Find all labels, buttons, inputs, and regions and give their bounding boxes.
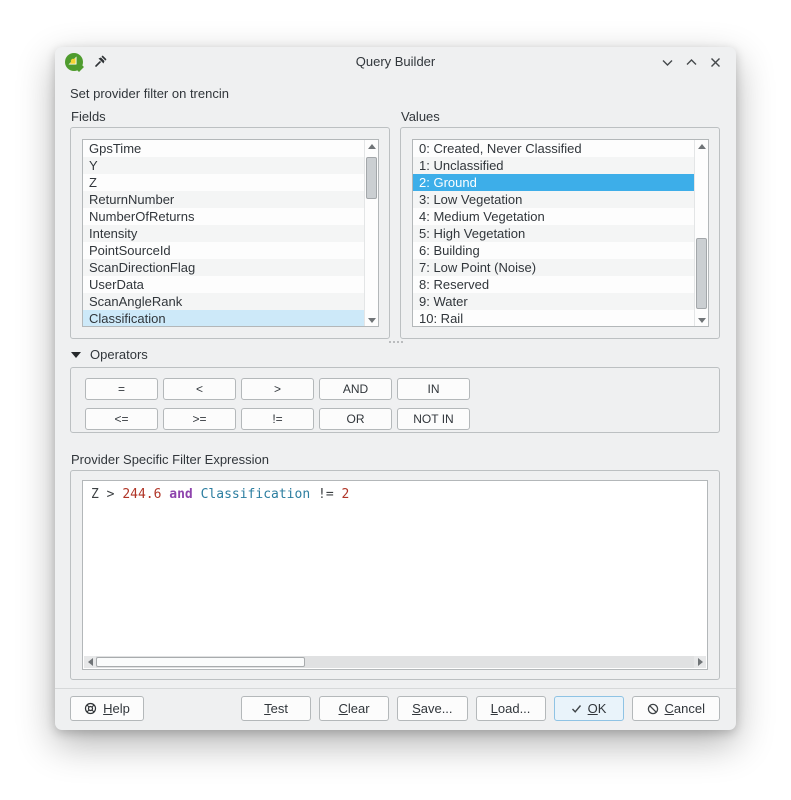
minimize-icon[interactable]: [661, 56, 674, 69]
operator-button-[interactable]: >=: [163, 408, 236, 430]
titlebar: Query Builder: [55, 47, 736, 77]
scroll-right-icon[interactable]: [694, 656, 706, 668]
operator-button-in[interactable]: IN: [397, 378, 470, 400]
help-button-label: Help: [103, 701, 130, 716]
operator-button-[interactable]: =: [85, 378, 158, 400]
operator-button-[interactable]: <=: [85, 408, 158, 430]
ok-button-label: OK: [588, 701, 607, 716]
scrollbar-track[interactable]: [695, 152, 708, 314]
list-item[interactable]: 7: Low Point (Noise): [413, 259, 694, 276]
scrollbar-track[interactable]: [96, 656, 694, 668]
test-button-label: Test: [264, 701, 288, 716]
values-group: 0: Created, Never Classified1: Unclassif…: [400, 127, 720, 339]
load-button[interactable]: Load...: [476, 696, 546, 721]
scroll-up-icon[interactable]: [695, 140, 708, 152]
help-button[interactable]: Help: [70, 696, 144, 721]
scroll-down-icon[interactable]: [365, 314, 378, 326]
operator-button-[interactable]: <: [163, 378, 236, 400]
list-item[interactable]: UserData: [83, 276, 364, 293]
values-scrollbar[interactable]: [694, 140, 708, 326]
maximize-icon[interactable]: [685, 56, 698, 69]
clear-button[interactable]: Clear: [319, 696, 389, 721]
operators-header[interactable]: Operators: [71, 347, 148, 362]
filter-expression-label: Provider Specific Filter Expression: [71, 452, 311, 467]
operator-button-and[interactable]: AND: [319, 378, 392, 400]
fields-group: GpsTimeYZReturnNumberNumberOfReturnsInte…: [70, 127, 390, 339]
list-item[interactable]: Classification: [83, 310, 364, 326]
list-item[interactable]: PointSourceId: [83, 242, 364, 259]
save-button[interactable]: Save...: [397, 696, 467, 721]
list-item[interactable]: 6: Building: [413, 242, 694, 259]
list-item[interactable]: ReturnNumber: [83, 191, 364, 208]
list-item[interactable]: 10: Rail: [413, 310, 694, 326]
cancel-button[interactable]: Cancel: [632, 696, 720, 721]
list-item[interactable]: 5: High Vegetation: [413, 225, 694, 242]
list-item[interactable]: 0: Created, Never Classified: [413, 140, 694, 157]
list-item[interactable]: 2: Ground: [413, 174, 694, 191]
list-item[interactable]: Intensity: [83, 225, 364, 242]
cancel-icon: [647, 703, 659, 715]
expression-hscrollbar[interactable]: [84, 656, 706, 668]
list-item[interactable]: 8: Reserved: [413, 276, 694, 293]
help-icon: [84, 702, 97, 715]
splitter-handle-icon[interactable]: [389, 341, 391, 343]
values-label: Values: [401, 109, 440, 124]
scrollbar-thumb[interactable]: [696, 238, 707, 309]
scroll-left-icon[interactable]: [84, 656, 96, 668]
values-list[interactable]: 0: Created, Never Classified1: Unclassif…: [412, 139, 709, 327]
list-item[interactable]: 1: Unclassified: [413, 157, 694, 174]
list-item[interactable]: ScanAngleRank: [83, 293, 364, 310]
test-button[interactable]: Test: [241, 696, 311, 721]
load-button-label: Load...: [491, 701, 531, 716]
operators-group: =<>ANDIN <=>=!=ORNOT IN: [70, 367, 720, 433]
list-item[interactable]: Z: [83, 174, 364, 191]
list-item[interactable]: Y: [83, 157, 364, 174]
fields-label: Fields: [71, 109, 106, 124]
operator-button-[interactable]: !=: [241, 408, 314, 430]
check-icon: [571, 703, 582, 714]
save-button-label: Save...: [412, 701, 452, 716]
cancel-button-label: Cancel: [665, 701, 705, 716]
scroll-down-icon[interactable]: [695, 314, 708, 326]
button-box: Help Test Clear Save... Load... OK: [70, 696, 720, 721]
collapse-triangle-icon[interactable]: [71, 352, 81, 358]
window-title: Query Builder: [55, 47, 736, 77]
filter-expression-editor[interactable]: Z > 244.6 and Classification != 2: [82, 480, 708, 670]
operator-button-[interactable]: >: [241, 378, 314, 400]
scrollbar-track[interactable]: [365, 152, 378, 314]
operator-button-or[interactable]: OR: [319, 408, 392, 430]
provider-filter-subtitle: Set provider filter on trencin: [70, 86, 229, 101]
filter-expression-text[interactable]: Z > 244.6 and Classification != 2: [83, 481, 707, 508]
scroll-up-icon[interactable]: [365, 140, 378, 152]
ok-button[interactable]: OK: [554, 696, 624, 721]
fields-list[interactable]: GpsTimeYZReturnNumberNumberOfReturnsInte…: [82, 139, 379, 327]
query-builder-dialog: Query Builder Set provider filter on tre…: [55, 47, 736, 730]
operator-button-notin[interactable]: NOT IN: [397, 408, 470, 430]
expression-group: Z > 244.6 and Classification != 2: [70, 470, 720, 680]
clear-button-label: Clear: [339, 701, 370, 716]
close-icon[interactable]: [709, 56, 722, 69]
operators-label: Operators: [90, 347, 148, 362]
fields-scrollbar[interactable]: [364, 140, 378, 326]
list-item[interactable]: NumberOfReturns: [83, 208, 364, 225]
scrollbar-thumb[interactable]: [96, 657, 305, 667]
footer-separator: [55, 688, 736, 689]
list-item[interactable]: 4: Medium Vegetation: [413, 208, 694, 225]
list-item[interactable]: GpsTime: [83, 140, 364, 157]
list-item[interactable]: ScanDirectionFlag: [83, 259, 364, 276]
list-item[interactable]: 9: Water: [413, 293, 694, 310]
list-item[interactable]: 3: Low Vegetation: [413, 191, 694, 208]
scrollbar-thumb[interactable]: [366, 157, 377, 199]
